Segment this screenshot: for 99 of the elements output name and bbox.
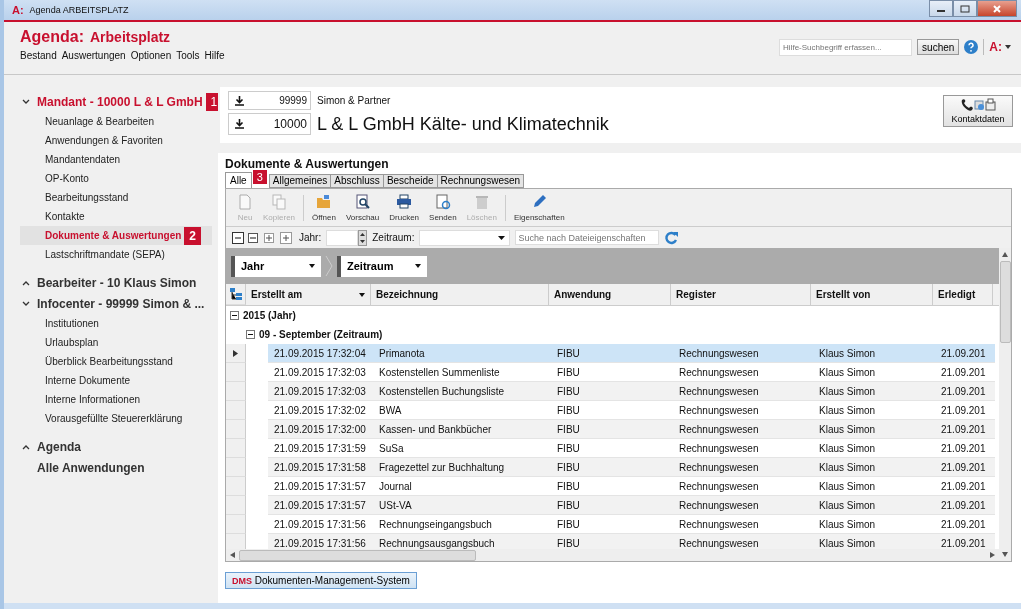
app-menu-button[interactable]: A: <box>989 40 1011 54</box>
column-header[interactable]: Register <box>671 284 811 305</box>
tab[interactable]: Abschluss <box>330 174 384 188</box>
table-cell: Primanota <box>373 344 551 363</box>
table-cell: Rechnungswesen <box>673 382 813 401</box>
sidebar-item[interactable]: Vorausgefüllte Steuererklärung <box>4 409 218 428</box>
client-name: Simon & Partner <box>317 95 391 106</box>
group-by-chip[interactable]: Jahr <box>231 255 321 277</box>
table-cell: Rechnungswesen <box>673 344 813 363</box>
table-cell: 21.09.201 <box>935 496 995 515</box>
column-header[interactable]: Erstellt am <box>246 284 371 305</box>
sidebar-item[interactable]: Urlaubsplan <box>4 333 218 352</box>
table-cell: Klaus Simon <box>813 382 935 401</box>
client-name: L & L GmbH Kälte- und Klimatechnik <box>317 113 609 135</box>
table-cell: Rechnungswesen <box>673 420 813 439</box>
document-search-field[interactable]: Suche nach Dateieigenschaften <box>515 230 660 245</box>
sidebar-item[interactable]: Interne Dokumente <box>4 371 218 390</box>
contact-button[interactable]: Kontaktdaten <box>943 95 1013 127</box>
search-button[interactable]: suchen <box>917 39 960 55</box>
table-cell: 21.09.201 <box>935 534 995 549</box>
table-cell: Rechnungswesen <box>673 534 813 549</box>
menu-item[interactable]: Hilfe <box>204 50 225 61</box>
toolbar-button[interactable]: Eigenschaften <box>508 193 570 222</box>
group-by-chip[interactable]: Zeitraum <box>337 255 427 277</box>
year-label: Jahr: <box>299 232 322 243</box>
column-header[interactable]: Anwendung <box>549 284 671 305</box>
table-cell: Rechnungswesen <box>673 458 813 477</box>
period-label: Zeitraum: <box>372 232 415 243</box>
table-cell: Klaus Simon <box>813 420 935 439</box>
table-cell: Klaus Simon <box>813 458 935 477</box>
client-number-field[interactable]: 99999 <box>228 91 311 110</box>
dms-button[interactable]: DMS Dokumenten-Management-System <box>225 572 417 589</box>
app-title: Arbeitsplatz <box>90 29 171 45</box>
sidebar-section[interactable]: Infocenter - 99999 Simon & ... <box>37 296 205 311</box>
table-cell: 21.09.201 <box>935 458 995 477</box>
sidebar-item[interactable]: Anwendungen & Favoriten <box>4 131 218 150</box>
sidebar-section[interactable]: Alle Anwendungen <box>37 460 145 475</box>
table-cell: Klaus Simon <box>813 496 935 515</box>
menu-item[interactable]: Optionen <box>130 50 172 61</box>
column-header[interactable]: Erledigt <box>933 284 993 305</box>
table-cell: FIBU <box>551 344 673 363</box>
table-cell: 21.09.2015 17:32:03 <box>268 382 373 401</box>
toolbar-button[interactable]: Vorschau <box>340 193 385 222</box>
sidebar-item[interactable]: Dokumente & Auswertungen 2 <box>20 226 212 245</box>
sidebar-item[interactable]: Überblick Bearbeitungsstand <box>4 352 218 371</box>
menu-item[interactable]: Tools <box>176 50 200 61</box>
group-label: 09 - September (Zeitraum) <box>259 329 383 340</box>
tab[interactable]: Alle <box>225 172 252 188</box>
table-cell: Kostenstellen Buchungsliste <box>373 382 551 401</box>
table-cell: FIBU <box>551 420 673 439</box>
table-cell: FIBU <box>551 534 673 549</box>
step-badge: 3 <box>252 170 267 184</box>
brand-logo: Agenda: <box>20 28 84 46</box>
toolbar-button[interactable]: Senden <box>424 193 462 222</box>
toolbar-button[interactable]: Öffnen <box>307 193 341 222</box>
table-cell: 21.09.201 <box>935 344 995 363</box>
table-cell: 21.09.2015 17:32:04 <box>268 344 373 363</box>
sidebar-section[interactable]: Agenda <box>37 439 81 454</box>
table-cell: 21.09.2015 17:31:56 <box>268 534 373 549</box>
table-cell: USt-VA <box>373 496 551 515</box>
table-cell: 21.09.201 <box>935 382 995 401</box>
table-cell: 21.09.2015 17:31:57 <box>268 496 373 515</box>
help-search-field[interactable]: Hilfe-Suchbegriff erfassen... <box>779 38 913 56</box>
section-title: Dokumente & Auswertungen <box>225 157 390 173</box>
menu-item[interactable]: Auswertungen <box>61 50 126 61</box>
window-title: Agenda ARBEITSPLATZ <box>29 5 129 15</box>
table-cell: 21.09.2015 17:31:58 <box>268 458 373 477</box>
sidebar-section[interactable]: Mandant - 10000 L & L GmbH <box>37 94 203 109</box>
column-header[interactable]: Bezeichnung <box>371 284 549 305</box>
sidebar-item[interactable]: Neuanlage & Bearbeiten <box>4 112 218 131</box>
table-cell: FIBU <box>551 382 673 401</box>
table-cell: 21.09.201 <box>935 420 995 439</box>
table-cell: 21.09.2015 17:32:00 <box>268 420 373 439</box>
sidebar-item[interactable]: Mandantendaten <box>4 150 218 169</box>
column-header[interactable]: Erstellt von <box>811 284 933 305</box>
sidebar-section[interactable]: Bearbeiter - 10 Klaus Simon <box>37 275 197 290</box>
sidebar-item[interactable]: Bearbeitungsstand <box>4 188 218 207</box>
sidebar-item[interactable]: Kontakte <box>4 207 218 226</box>
step-badge: 2 <box>184 226 201 245</box>
client-number-field[interactable]: 10000 <box>228 113 311 135</box>
table-cell: FIBU <box>551 458 673 477</box>
tab[interactable]: Rechnungswesen <box>436 174 525 188</box>
table-cell: FIBU <box>551 496 673 515</box>
table-cell: Kassen- und Bankbücher <box>373 420 551 439</box>
tab[interactable]: Bescheide <box>382 174 438 188</box>
app-logo: A: <box>12 4 24 16</box>
toolbar-button[interactable]: Drucken <box>384 193 425 222</box>
group-label: 2015 (Jahr) <box>243 310 296 321</box>
table-cell: Klaus Simon <box>813 344 935 363</box>
menu-item[interactable]: Bestand <box>20 50 57 61</box>
table-cell: Klaus Simon <box>813 534 935 549</box>
table-cell: Fragezettel zur Buchhaltung <box>373 458 551 477</box>
table-cell: Rechnungsausgangsbuch <box>373 534 551 549</box>
tab[interactable]: Allgemeines <box>268 174 332 188</box>
sidebar-item[interactable]: Lastschriftmandate (SEPA) <box>4 245 218 264</box>
sidebar-item[interactable]: Institutionen <box>4 314 218 333</box>
sidebar-item[interactable]: Interne Informationen <box>4 390 218 409</box>
table-cell: Rechnungswesen <box>673 496 813 515</box>
sidebar-item[interactable]: OP-Konto <box>4 169 218 188</box>
